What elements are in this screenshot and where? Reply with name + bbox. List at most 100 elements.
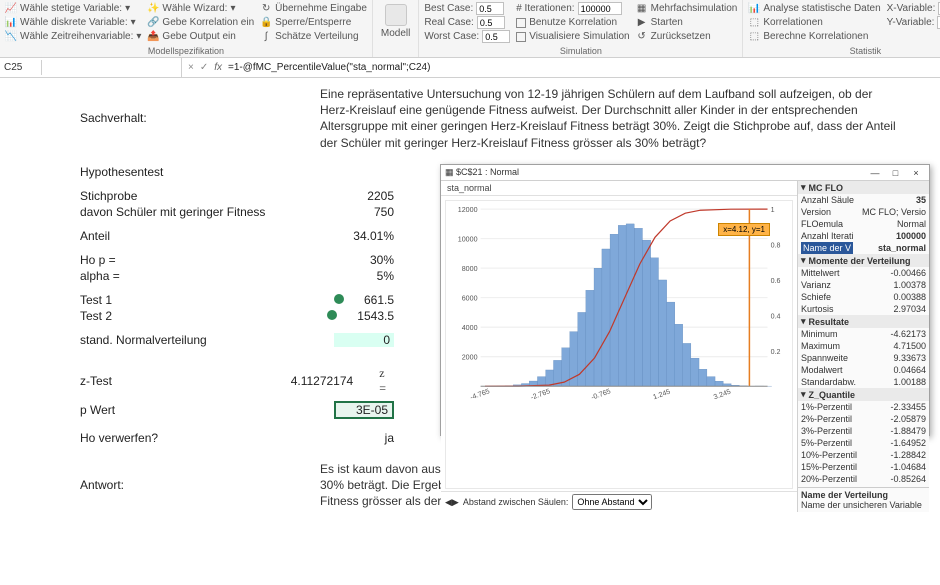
- formula-bar: C25 × ✓ fx =1-@fMC_PercentileValue("sta_…: [0, 58, 940, 78]
- chart-window-titlebar[interactable]: ▦ $C$21 : Normal — □ ×: [441, 165, 929, 181]
- minimize-icon[interactable]: —: [866, 168, 884, 178]
- checkbox-icon: [516, 32, 526, 42]
- multi-icon: ▦: [636, 3, 648, 15]
- chart-title: $C$21 : Normal: [456, 167, 519, 177]
- side-section-momente[interactable]: ▾ Momente der Verteilung: [798, 254, 929, 267]
- stichprobe-value[interactable]: 2205: [320, 189, 400, 203]
- test2-label: Test 2: [80, 309, 320, 323]
- calc-icon: ⬚: [748, 31, 760, 43]
- chart-tooltip: x=4.12, y=1: [718, 223, 770, 236]
- davon-label: davon Schüler mit geringer Fitness: [80, 205, 320, 219]
- verwerfen-value[interactable]: ja: [320, 431, 400, 445]
- sachverhalt-text: Eine repräsentative Untersuchung von 12-…: [320, 86, 900, 151]
- wahle-wizard[interactable]: ✨Wähle Wizard: ▾: [146, 2, 255, 15]
- alpha-value[interactable]: 5%: [320, 269, 400, 283]
- stichprobe-label: Stichprobe: [80, 189, 320, 203]
- selected-property[interactable]: Name der V: [801, 242, 853, 254]
- hop-label: Ho p =: [80, 253, 320, 267]
- stats-icon: 📊: [748, 3, 760, 15]
- davon-value[interactable]: 750: [320, 205, 400, 219]
- gebe-korrelation[interactable]: 🔗Gebe Korrelation ein: [146, 16, 255, 29]
- chart-sidebar[interactable]: ▾ MC FLO Anzahl Säule35 VersionMC FLO; V…: [797, 181, 929, 512]
- best-case-input[interactable]: [476, 2, 504, 15]
- svg-text:6000: 6000: [462, 295, 478, 303]
- test1-value[interactable]: 661.5: [320, 293, 400, 307]
- wizard-icon: ✨: [147, 3, 159, 15]
- accept-formula-icon[interactable]: ✓: [200, 62, 208, 73]
- sachverhalt-label: Sachverhalt:: [80, 111, 320, 125]
- stdnv-value[interactable]: 0: [334, 333, 394, 347]
- chart-plot[interactable]: 200040006000800010000120000.20.40.60.81-…: [445, 200, 793, 489]
- play-icon: ▶: [636, 17, 648, 29]
- pwert-value[interactable]: 3E-05: [334, 401, 394, 419]
- schatze-verteilung[interactable]: ∫Schätze Verteilung: [259, 30, 368, 43]
- svg-text:0.4: 0.4: [771, 312, 781, 320]
- formula-text[interactable]: =1-@fMC_PercentileValue("sta_normal";C24…: [228, 62, 430, 73]
- verwerfen-label: Ho verwerfen?: [80, 431, 320, 445]
- chart-app-icon: ▦: [445, 167, 454, 177]
- ubernehme-eingabe[interactable]: ↻Übernehme Eingabe: [259, 2, 368, 15]
- analyse-statistische[interactable]: 📊Analyse statistische Daten: [747, 2, 881, 15]
- anteil-value[interactable]: 34.01%: [320, 229, 400, 243]
- chart-subtitle: sta_normal: [441, 181, 797, 196]
- accept-icon: ↻: [260, 3, 272, 15]
- real-case-input[interactable]: [477, 16, 505, 29]
- ribbon-group-modell: 📈Wähle stetige Variable: ▾ 📊Wähle diskre…: [0, 0, 373, 57]
- green-dot-icon: [334, 294, 344, 304]
- chart-icon: 📈: [5, 3, 17, 15]
- test1-label: Test 1: [80, 293, 320, 307]
- svg-text:-2.765: -2.765: [530, 387, 552, 401]
- modell-button[interactable]: Modell: [377, 2, 414, 41]
- fx-icon[interactable]: fx: [214, 62, 222, 73]
- name-box[interactable]: C25: [0, 60, 42, 75]
- output-icon: 📤: [147, 31, 159, 43]
- gebe-output[interactable]: 📤Gebe Output ein: [146, 30, 255, 43]
- ribbon-group-simulation: Best Case: Real Case: Worst Case: # Iter…: [419, 0, 743, 57]
- test2-value[interactable]: 1543.5: [320, 309, 400, 323]
- svg-text:12000: 12000: [458, 206, 478, 214]
- close-icon[interactable]: ×: [907, 168, 925, 178]
- ribbon-group-statistik: 📊Analyse statistische Daten ⬚Korrelation…: [743, 0, 940, 57]
- side-section-resultate[interactable]: ▾ Resultate: [798, 315, 929, 328]
- wahle-zeitreihen[interactable]: 📉Wähle Zeitreihenvariable: ▾: [4, 30, 142, 43]
- iterationen-input[interactable]: [578, 2, 622, 15]
- lock-icon: 🔒: [260, 17, 272, 29]
- group-label: Statistik: [747, 45, 940, 56]
- maximize-icon[interactable]: □: [886, 168, 904, 178]
- zurucksetzen[interactable]: ↺Zurücksetzen: [635, 30, 739, 43]
- mehrfachsimulation[interactable]: ▦Mehrfachsimulation: [635, 2, 739, 15]
- ribbon: 📈Wähle stetige Variable: ▾ 📊Wähle diskre…: [0, 0, 940, 58]
- wahle-stetige[interactable]: 📈Wähle stetige Variable: ▾: [4, 2, 142, 15]
- svg-text:3.245: 3.245: [713, 388, 732, 402]
- ztest-label: z-Test: [80, 374, 289, 388]
- reset-icon: ↺: [636, 31, 648, 43]
- svg-text:4000: 4000: [462, 324, 478, 332]
- sperre-entsperre[interactable]: 🔒Sperre/Entsperre: [259, 16, 368, 29]
- svg-text:1.245: 1.245: [652, 388, 671, 402]
- antwort-label: Antwort:: [80, 478, 320, 492]
- wahle-diskrete[interactable]: 📊Wähle diskrete Variable: ▾: [4, 16, 142, 29]
- worst-case-input[interactable]: [482, 30, 510, 43]
- svg-text:0.8: 0.8: [771, 242, 781, 250]
- svg-text:10000: 10000: [458, 236, 478, 244]
- chevron-down-icon: ▾: [136, 30, 141, 43]
- ztest-value[interactable]: 4.11272174: [289, 374, 359, 388]
- hypothesentest-label: Hypothesentest: [80, 165, 320, 179]
- chevron-down-icon: ▾: [131, 16, 136, 29]
- corr-icon: ⬚: [748, 17, 760, 29]
- chart-window[interactable]: ▦ $C$21 : Normal — □ × sta_normal 200040…: [440, 164, 930, 436]
- benutze-korrelation[interactable]: Benutze Korrelation: [515, 16, 630, 29]
- hop-value[interactable]: 30%: [320, 253, 400, 267]
- cancel-formula-icon[interactable]: ×: [188, 62, 194, 73]
- side-section-zquantile[interactable]: ▾ Z_Quantile: [798, 388, 929, 401]
- svg-text:0.2: 0.2: [771, 348, 781, 356]
- abstand-select[interactable]: Ohne Abstand: [572, 494, 652, 510]
- berechne-korrelationen[interactable]: ⬚Berechne Korrelationen: [747, 30, 881, 43]
- alpha-label: alpha =: [80, 269, 320, 283]
- starten[interactable]: ▶Starten: [635, 16, 739, 29]
- side-section-mcflo[interactable]: ▾ MC FLO: [798, 181, 929, 194]
- visualisiere-simulation[interactable]: Visualisiere Simulation: [515, 30, 630, 43]
- svg-text:1: 1: [771, 206, 775, 214]
- slider-icon[interactable]: ◀▶: [445, 497, 459, 508]
- korrelationen[interactable]: ⬚Korrelationen: [747, 16, 881, 29]
